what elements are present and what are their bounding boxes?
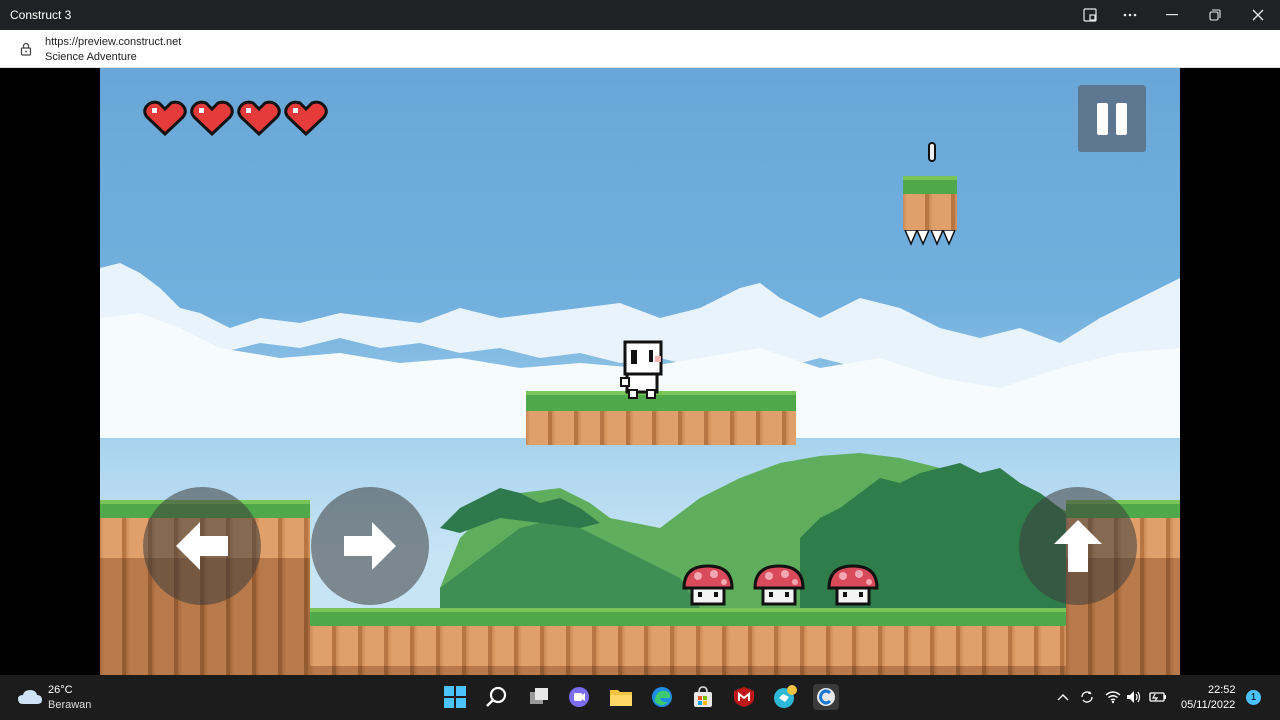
coin-icon <box>928 142 936 162</box>
weather-temperature[interactable]: 26°C <box>48 684 73 696</box>
cloud-weather-icon[interactable] <box>17 688 43 706</box>
arrow-left-icon <box>176 522 228 570</box>
file-explorer-icon[interactable] <box>608 684 634 710</box>
battery-icon[interactable] <box>1146 684 1170 710</box>
clock-time[interactable]: 22:52 <box>1208 684 1236 696</box>
app-notification-icon[interactable] <box>772 684 798 710</box>
title-bar: Construct 3 <box>0 0 1280 30</box>
lock-icon[interactable] <box>20 42 32 56</box>
mushroom-enemy <box>827 564 879 606</box>
chevron-up-icon[interactable] <box>1053 684 1073 710</box>
task-view-icon[interactable] <box>526 684 552 710</box>
arrow-up-icon <box>1054 520 1102 572</box>
minimize-icon[interactable] <box>1152 0 1192 30</box>
heart-icon <box>237 100 281 136</box>
address-bar: https://preview.construct.net Science Ad… <box>0 30 1280 68</box>
move-right-button[interactable] <box>311 487 429 605</box>
taskbar: 26°C Berawan 22:52 05/11/2022 1 <box>0 675 1280 720</box>
player-character <box>620 340 663 399</box>
game-canvas[interactable] <box>100 68 1180 675</box>
jump-button[interactable] <box>1019 487 1137 605</box>
restore-icon[interactable] <box>1195 0 1235 30</box>
heart-icon <box>284 100 328 136</box>
page-title: Science Adventure <box>45 51 137 63</box>
wifi-icon[interactable] <box>1102 684 1124 710</box>
arrow-right-icon <box>344 522 396 570</box>
more-icon[interactable] <box>1110 0 1150 30</box>
heart-icon <box>190 100 234 136</box>
volume-icon[interactable] <box>1123 684 1145 710</box>
construct-app-icon[interactable] <box>813 684 839 710</box>
cast-icon[interactable] <box>1070 0 1110 30</box>
ground-bottom <box>310 608 1066 675</box>
spikes-icon <box>904 230 956 246</box>
letterbox-right <box>1180 68 1280 675</box>
notification-badge[interactable]: 1 <box>1246 690 1261 705</box>
pause-icon <box>1097 102 1127 135</box>
search-icon[interactable] <box>484 684 510 710</box>
small-platform <box>903 176 957 248</box>
window-title: Construct 3 <box>10 8 72 22</box>
weather-description[interactable]: Berawan <box>48 699 91 711</box>
close-icon[interactable] <box>1238 0 1278 30</box>
health-hearts <box>143 100 333 136</box>
move-left-button[interactable] <box>143 487 261 605</box>
mushroom-enemy <box>753 564 805 606</box>
store-icon[interactable] <box>690 684 716 710</box>
sync-icon[interactable] <box>1076 684 1098 710</box>
clock-date[interactable]: 05/11/2022 <box>1181 699 1235 711</box>
pause-button[interactable] <box>1078 85 1146 152</box>
letterbox-left <box>0 68 100 675</box>
start-icon[interactable] <box>442 684 468 710</box>
edge-browser-icon[interactable] <box>649 684 675 710</box>
url-text[interactable]: https://preview.construct.net <box>45 36 181 48</box>
mcafee-icon[interactable] <box>731 684 757 710</box>
heart-icon <box>143 100 187 136</box>
chat-icon[interactable] <box>566 684 592 710</box>
mushroom-enemy <box>682 564 734 606</box>
